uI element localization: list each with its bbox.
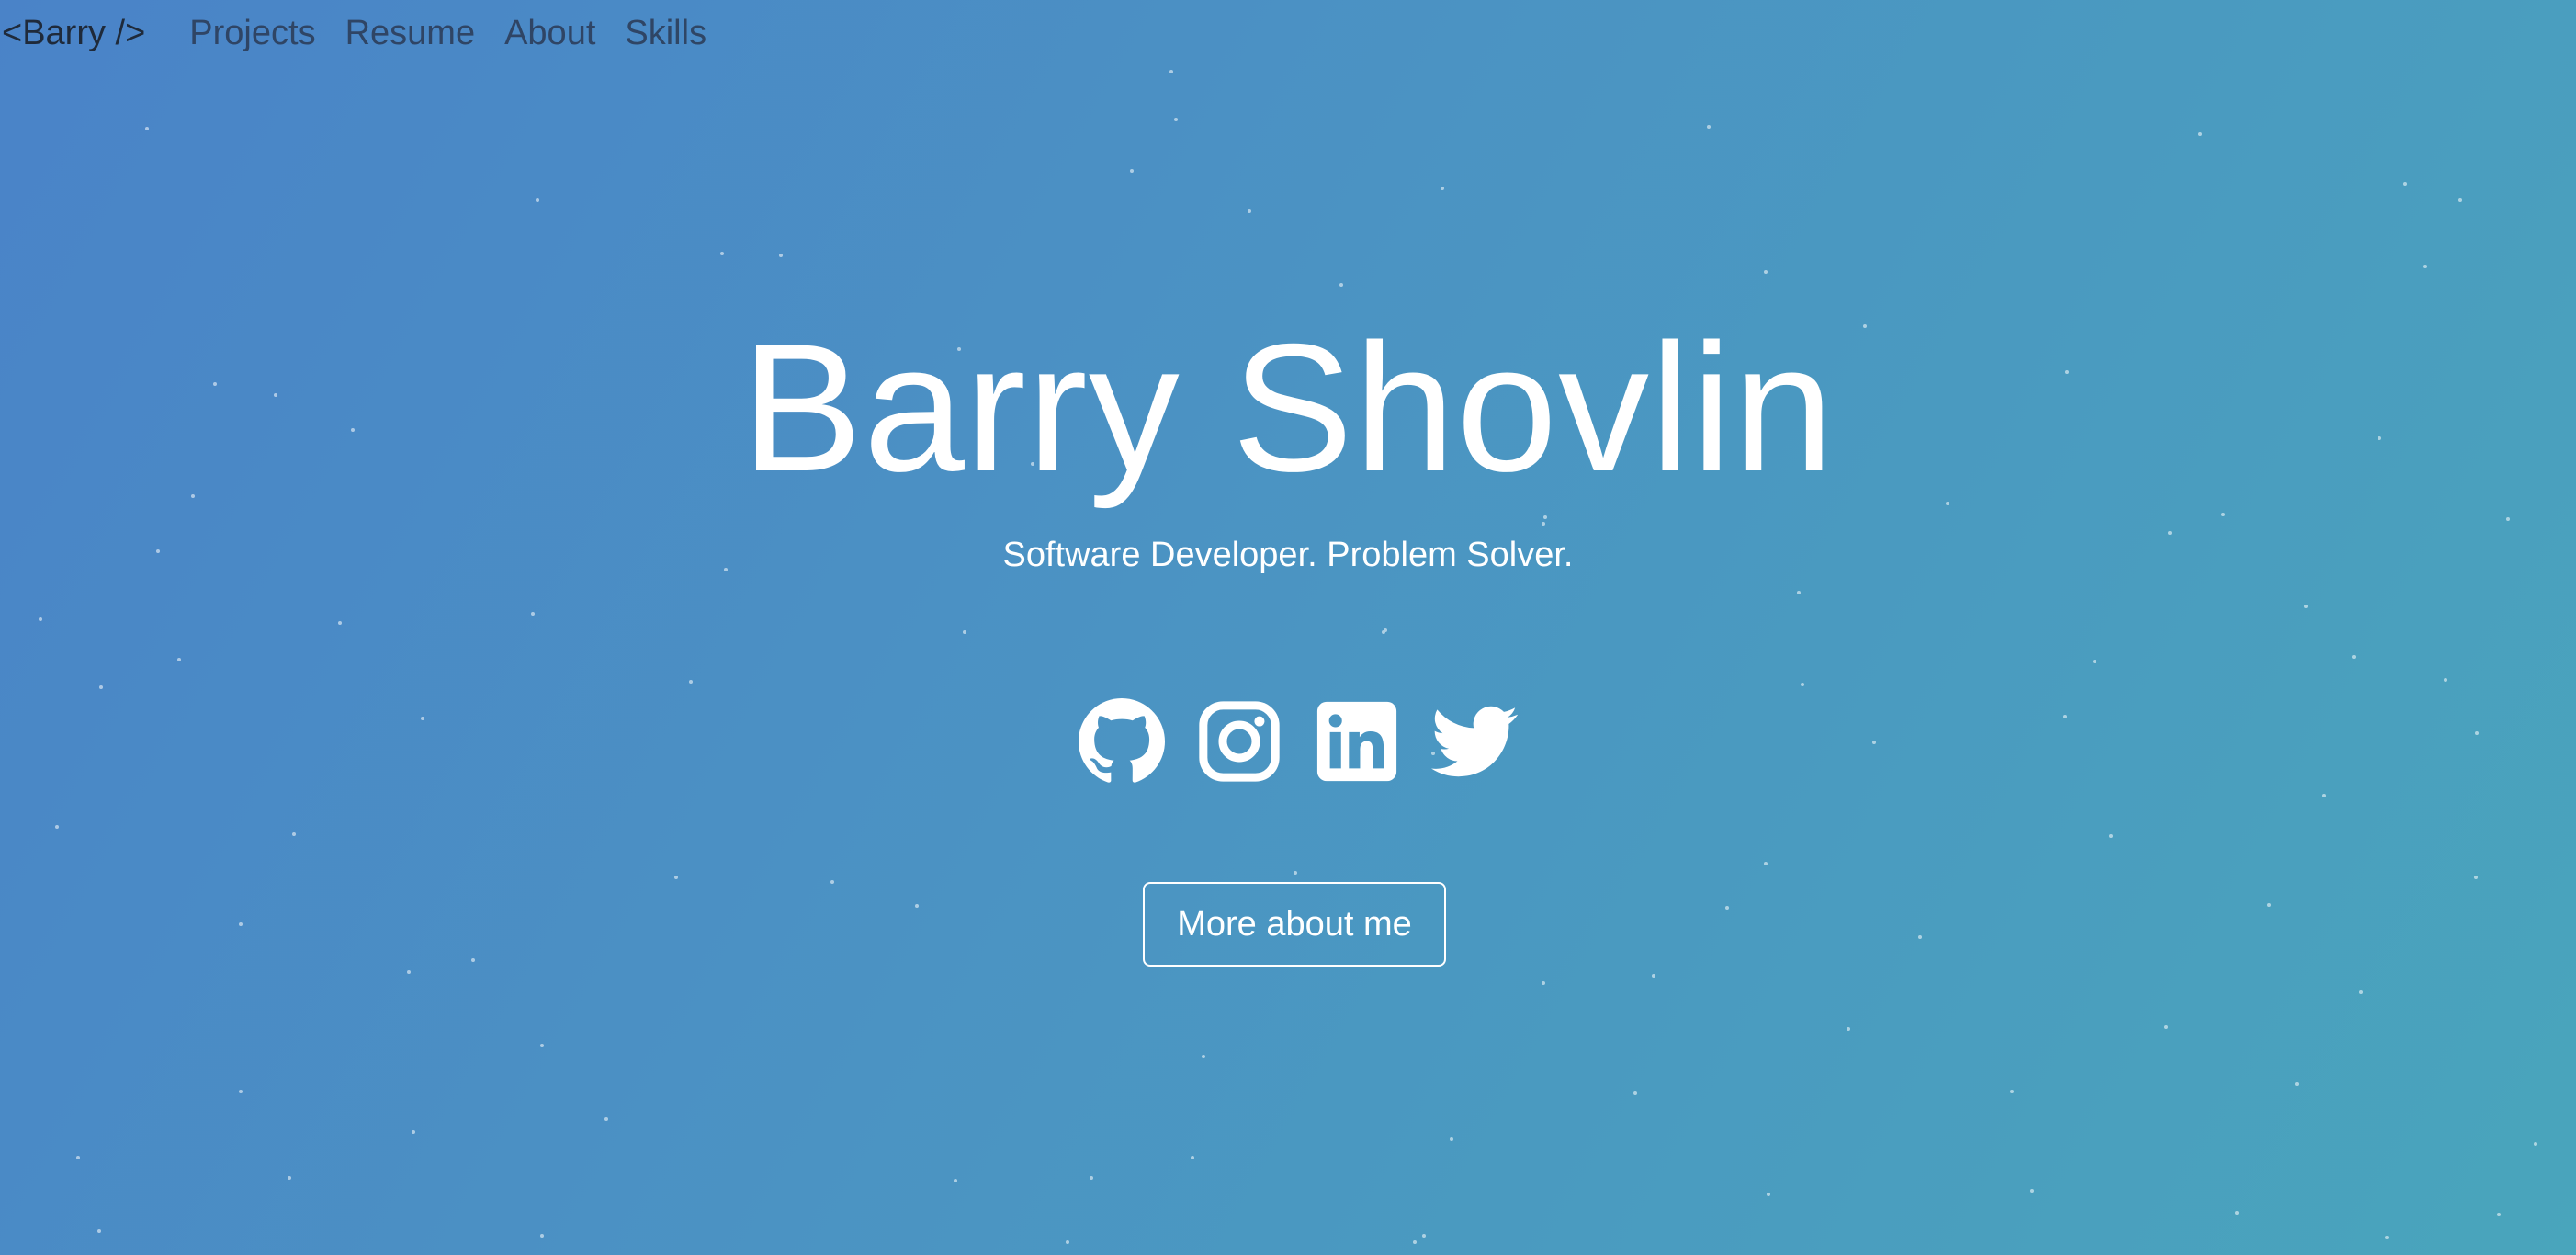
linkedin-link[interactable] [1314,698,1400,785]
instagram-icon [1199,701,1280,782]
brand-logo-link[interactable]: <Barry /> [0,14,145,53]
hero-subtitle: Software Developer. Problem Solver. [1002,536,1574,574]
twitter-link[interactable] [1431,698,1518,785]
nav-link-skills[interactable]: Skills [625,14,706,53]
nav-link-projects[interactable]: Projects [189,14,315,53]
nav-link-about[interactable]: About [504,14,595,53]
top-navbar: <Barry /> Projects Resume About Skills [0,0,736,66]
linkedin-icon [1316,701,1397,782]
starfield-background [39,70,2537,1244]
social-links [1079,698,1518,785]
nav-link-resume[interactable]: Resume [345,14,476,53]
hero-title: Barry Shovlin [740,306,1836,509]
more-about-me-button[interactable]: More about me [1143,882,1446,967]
github-link[interactable] [1079,698,1165,785]
instagram-link[interactable] [1196,698,1282,785]
github-icon [1079,698,1165,783]
twitter-icon [1431,706,1518,777]
